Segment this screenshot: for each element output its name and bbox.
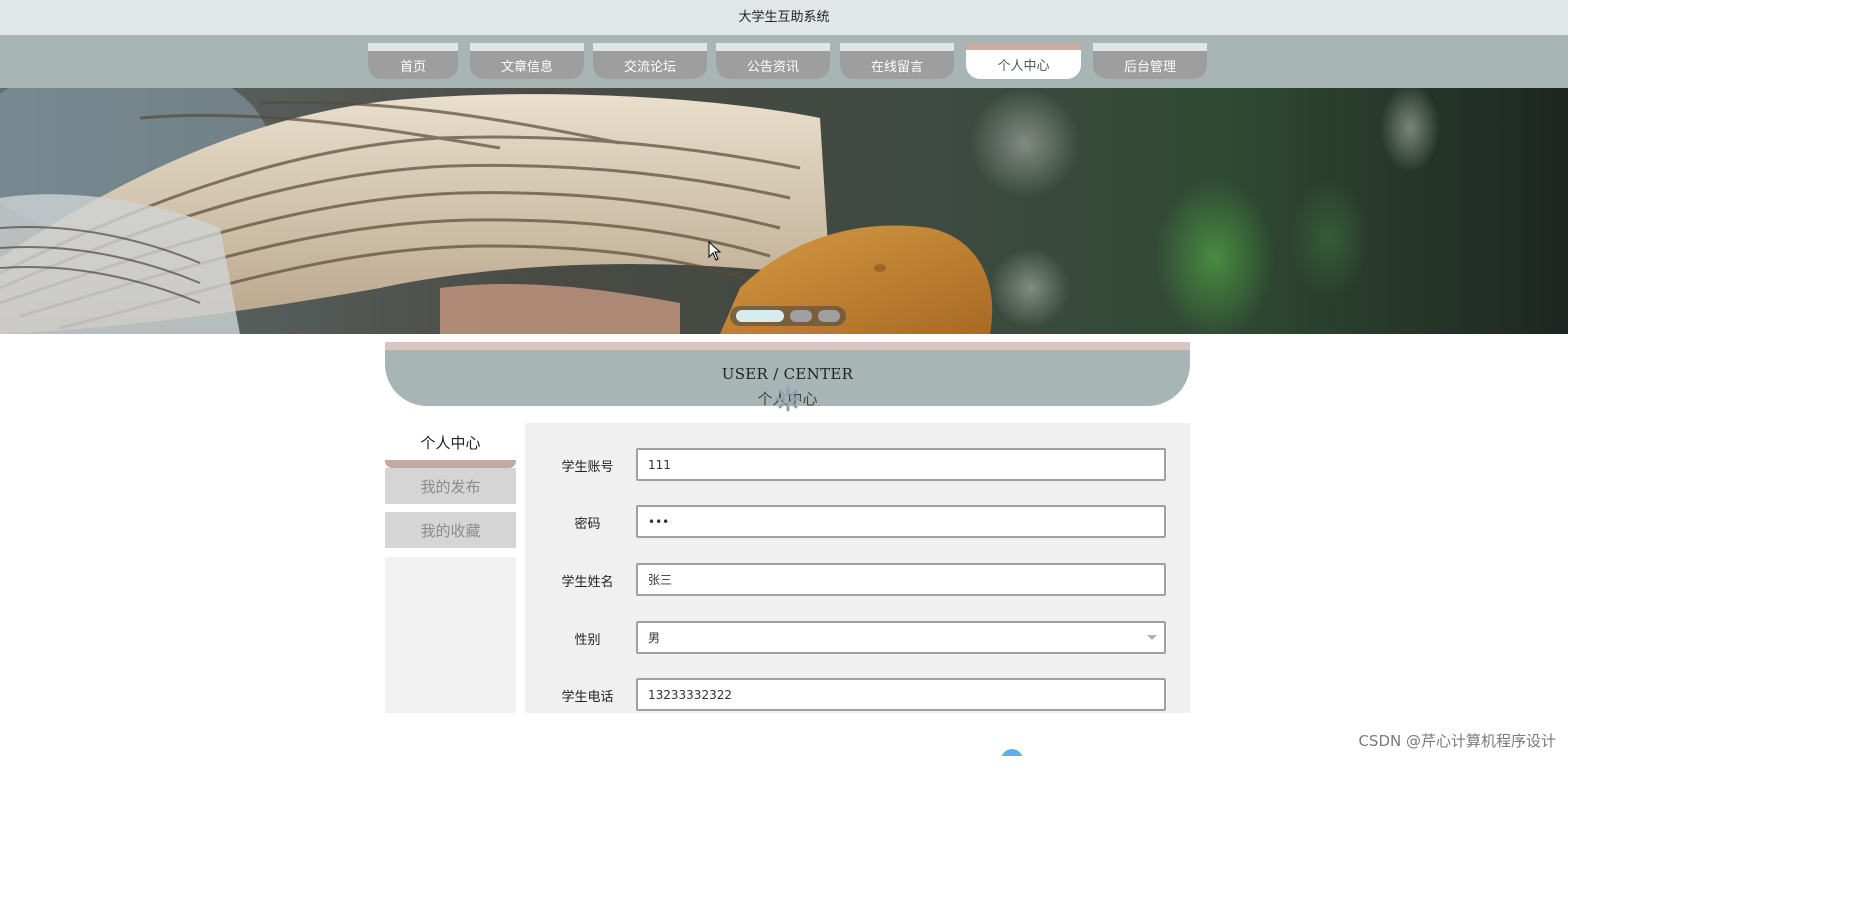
loading-spinner-icon [775,386,801,412]
sidebar-item-label: 我的发布 [420,477,481,496]
nav-item-label: 公告资讯 [746,59,799,75]
user-sidebar: 个人中心 我的发布 我的收藏 [385,423,516,713]
page: 大学生互助系统 首页 文章信息 交流论坛 公告资讯 在线留言 个人中心 后台管理 [0,0,1568,756]
watermark-text: CSDN @芹心计算机程序设计 [1358,732,1556,750]
carousel-dot-1[interactable] [736,310,784,322]
name-label: 学生姓名 [561,574,614,590]
sidebar-empty-area [385,557,516,713]
gender-label: 性别 [574,632,601,648]
top-header: 大学生互助系统 [0,0,1568,35]
form-row-gender: 性别 男 [525,621,1190,655]
form-row-phone: 学生电话 [525,678,1190,712]
main-nav: 首页 文章信息 交流论坛 公告资讯 在线留言 个人中心 后台管理 [0,35,1568,88]
form-row-password: 密码 [525,505,1190,539]
form-row-account: 学生账号 [525,448,1190,482]
banner-carousel[interactable] [0,88,1568,334]
sidebar-title: 个人中心 [420,433,481,452]
form-row-name: 学生姓名 [525,563,1190,597]
gender-select-value: 男 [648,631,661,645]
phone-label: 学生电话 [561,689,614,705]
floating-button[interactable] [1001,749,1023,756]
sidebar-item-my-posts[interactable]: 我的发布 [385,468,516,504]
nav-item-label: 交流论坛 [623,59,676,75]
phone-input[interactable] [636,678,1166,711]
nav-item-forum[interactable]: 交流论坛 [593,43,707,79]
account-label: 学生账号 [561,459,614,475]
nav-item-label: 个人中心 [997,59,1050,74]
nav-item-user-center[interactable]: 个人中心 [966,43,1081,79]
site-title: 大学生互助系统 [738,10,830,25]
password-label: 密码 [574,516,601,532]
banner-image [0,88,1568,334]
nav-item-messages[interactable]: 在线留言 [840,43,954,79]
carousel-indicators [730,306,846,326]
gender-select[interactable]: 男 [636,621,1166,654]
account-input[interactable] [636,448,1166,481]
nav-item-label: 首页 [399,59,426,75]
mouse-pointer-icon [708,241,722,261]
nav-item-announcements[interactable]: 公告资讯 [716,43,830,79]
sidebar-item-label: 我的收藏 [420,521,481,540]
carousel-dot-2[interactable] [790,310,812,322]
nav-item-admin[interactable]: 后台管理 [1093,43,1207,79]
nav-item-label: 文章信息 [500,59,553,75]
sidebar-title-underline [385,460,516,468]
profile-form: 学生账号 密码 学生姓名 性别 男 学生电话 [525,423,1190,713]
chevron-down-icon [1147,635,1157,640]
nav-item-articles[interactable]: 文章信息 [470,43,584,79]
nav-item-label: 后台管理 [1123,59,1176,75]
sidebar-item-my-favorites[interactable]: 我的收藏 [385,512,516,548]
name-input[interactable] [636,563,1166,596]
nav-item-label: 在线留言 [870,59,923,75]
nav-item-home[interactable]: 首页 [368,43,458,79]
password-input[interactable] [636,505,1166,538]
carousel-dot-3[interactable] [818,310,840,322]
section-title-en: USER / CENTER [721,365,854,383]
